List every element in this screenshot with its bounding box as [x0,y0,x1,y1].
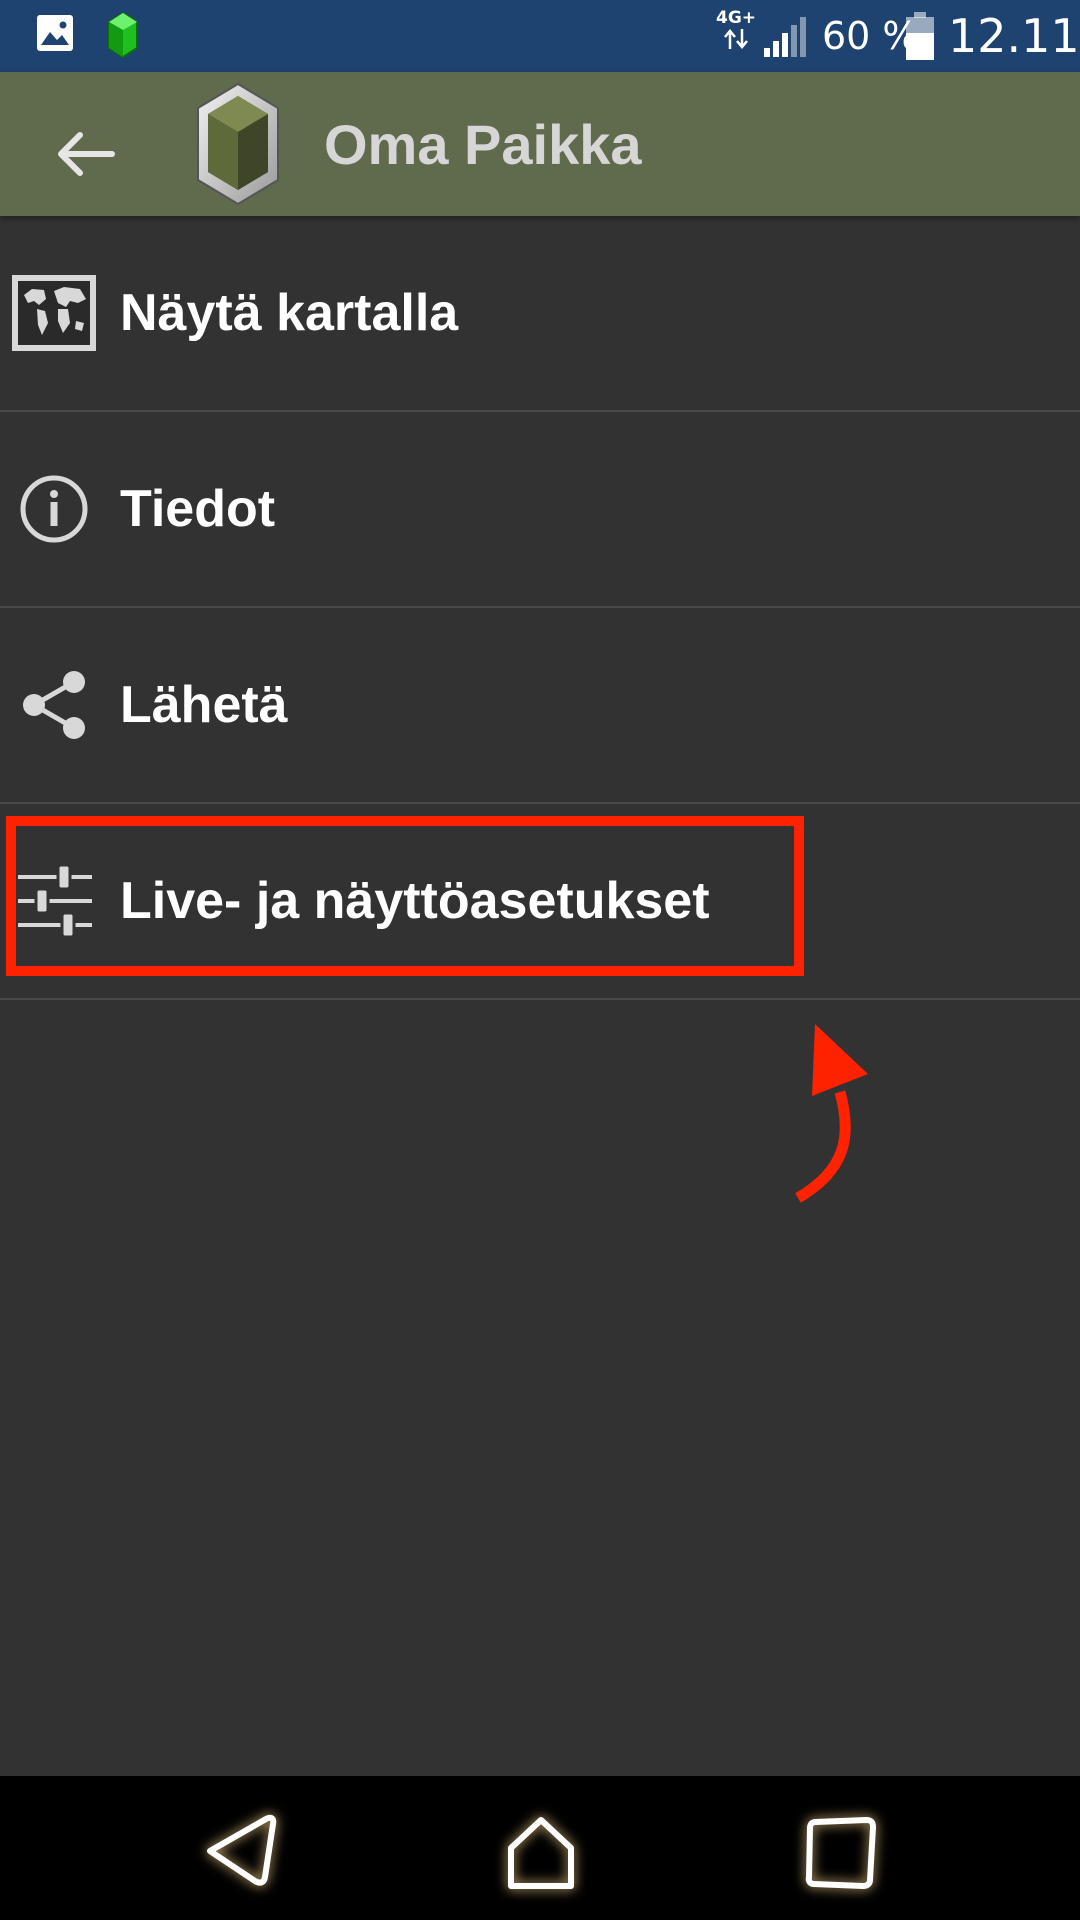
menu-item-label: Tiedot [120,480,276,538]
back-arrow-button[interactable] [46,114,126,194]
sliders-icon [10,861,98,945]
nav-back-button[interactable] [196,1806,286,1896]
signal-strength-icon [762,14,808,62]
app-title: Oma Paikka [324,113,642,176]
menu-list: Näytä kartalla Tiedot Lähetä Live- ja nä… [0,216,1080,1000]
data-arrows-icon [724,29,748,49]
recents-icon [805,1817,876,1889]
home-icon [508,1817,574,1889]
gallery-notification-icon [36,14,74,56]
world-map-icon [10,273,98,357]
info-icon [10,469,98,553]
menu-item-label: Live- ja näyttöasetukset [120,872,710,930]
share-icon [10,665,98,749]
menu-item-info[interactable]: Tiedot [0,412,1080,608]
menu-item-live-display-settings[interactable]: Live- ja näyttöasetukset [0,804,1080,1000]
menu-item-label: Näytä kartalla [120,284,459,342]
back-icon [207,1814,277,1886]
curved-arrow-annotation-icon [780,1010,890,1214]
arrow-left-icon [58,132,115,176]
menu-item-send[interactable]: Lähetä [0,608,1080,804]
menu-item-label: Lähetä [120,676,288,734]
network-type: 4G+ [714,8,758,55]
clock: 12.11 [948,9,1080,63]
status-bar: 4G+ 60 % 12.11 [0,0,1080,72]
app-logo-icon [196,82,280,210]
app-bar: Oma Paikka [0,72,1080,216]
nav-recents-button[interactable] [796,1806,886,1896]
navigation-bar [0,1776,1080,1920]
network-type-label: 4G+ [715,8,757,28]
battery-percent: 60 % [822,14,919,58]
menu-item-show-on-map[interactable]: Näytä kartalla [0,216,1080,412]
app-gem-notification-icon [108,11,138,62]
battery-icon [906,12,934,64]
nav-home-button[interactable] [496,1806,586,1896]
